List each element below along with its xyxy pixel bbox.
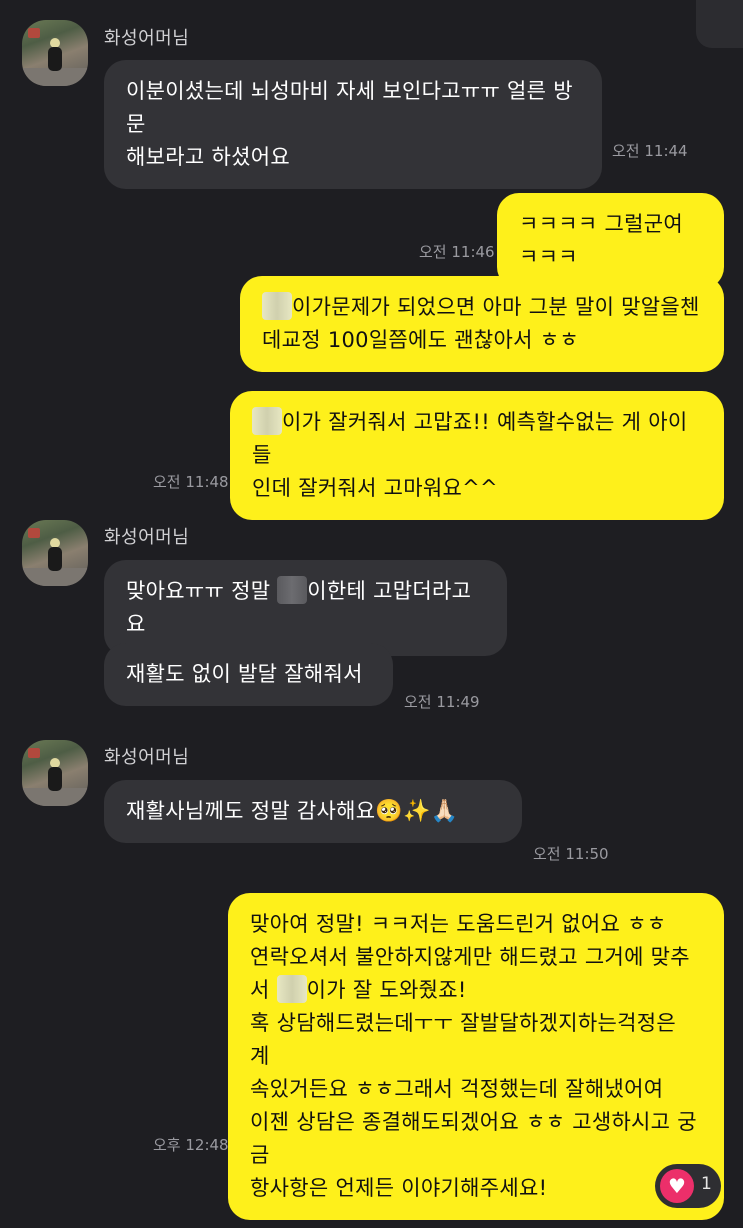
message-time: 오전 11:44 bbox=[612, 142, 688, 160]
sender-avatar[interactable] bbox=[22, 740, 88, 806]
reaction-badge[interactable]: ♥ 1 bbox=[655, 1164, 721, 1208]
message-bubble[interactable]: ㅋㅋㅋㅋ 그럴군여 ㅋㅋㅋ bbox=[497, 193, 724, 289]
message-time: 오전 11:48 bbox=[153, 473, 229, 491]
message-bubble[interactable]: 이가문제가 되었으면 아마 그분 말이 맞알을첸 데교정 100일쯤에도 괜찮아… bbox=[240, 276, 724, 372]
message-bubble[interactable]: 맞아요ㅠㅠ 정말 이한테 고맙더라고요 bbox=[104, 560, 507, 656]
reaction-count: 1 bbox=[701, 1174, 712, 1194]
message-time: 오전 11:49 bbox=[404, 693, 480, 711]
heart-icon: ♥ bbox=[660, 1169, 694, 1203]
message-time: 오후 12:48 bbox=[153, 1136, 229, 1154]
message-bubble[interactable]: 맞아여 정말! ㅋㅋ저는 도움드린거 없어요 ㅎㅎ 연락오셔서 불안하지않게만 … bbox=[228, 893, 724, 1220]
message-text: 재활사님께도 정말 감사해요 bbox=[126, 799, 376, 823]
sender-name: 화성어머님 bbox=[104, 527, 190, 548]
message-bubble[interactable]: 재활사님께도 정말 감사해요🥺✨🙏🏻 bbox=[104, 780, 522, 843]
message-bubble[interactable]: 이분이셨는데 뇌성마비 자세 보인다고ㅠㅠ 얼른 방문 해보라고 하셨어요 bbox=[104, 60, 602, 189]
message-time: 오전 11:50 bbox=[533, 845, 609, 863]
message-text: 재활도 없이 발달 잘해줘서 bbox=[126, 662, 363, 686]
emoji-icon: 🥺✨🙏🏻 bbox=[375, 799, 459, 824]
message-time: 오전 11:46 bbox=[419, 243, 495, 261]
message-bubble[interactable]: 이가 잘커줘서 고맙죠!! 예측할수없는 게 아이들 인데 잘커줘서 고마워요^… bbox=[230, 391, 724, 520]
message-text: 맞아요ㅠㅠ 정말 bbox=[126, 579, 278, 603]
partial-card bbox=[696, 0, 743, 48]
sender-avatar[interactable] bbox=[22, 20, 88, 86]
blurred-name bbox=[262, 292, 292, 320]
blurred-name bbox=[277, 576, 308, 604]
message-bubble[interactable]: 재활도 없이 발달 잘해줘서 bbox=[104, 643, 393, 706]
message-text: 이분이셨는데 뇌성마비 자세 보인다고ㅠㅠ 얼른 방문 해보라고 하셨어요 bbox=[126, 79, 573, 169]
sender-avatar[interactable] bbox=[22, 520, 88, 586]
message-text: ㅋㅋㅋㅋ 그럴군여 ㅋㅋㅋ bbox=[519, 212, 690, 269]
message-text: 이가 잘 도와줬죠! 혹 상담해드렸는데ㅜㅜ 잘발달하겠지하는걱정은 계 속있거… bbox=[250, 978, 697, 1200]
sender-name: 화성어머님 bbox=[104, 28, 190, 49]
message-text: 이가문제가 되었으면 아마 그분 말이 맞알을첸 데교정 100일쯤에도 괜찮아… bbox=[262, 295, 700, 352]
message-text: 이가 잘커줘서 고맙죠!! 예측할수없는 게 아이들 인데 잘커줘서 고마워요^… bbox=[252, 410, 688, 500]
blurred-name bbox=[276, 975, 307, 1003]
sender-name: 화성어머님 bbox=[104, 747, 190, 768]
blurred-name bbox=[252, 407, 282, 435]
